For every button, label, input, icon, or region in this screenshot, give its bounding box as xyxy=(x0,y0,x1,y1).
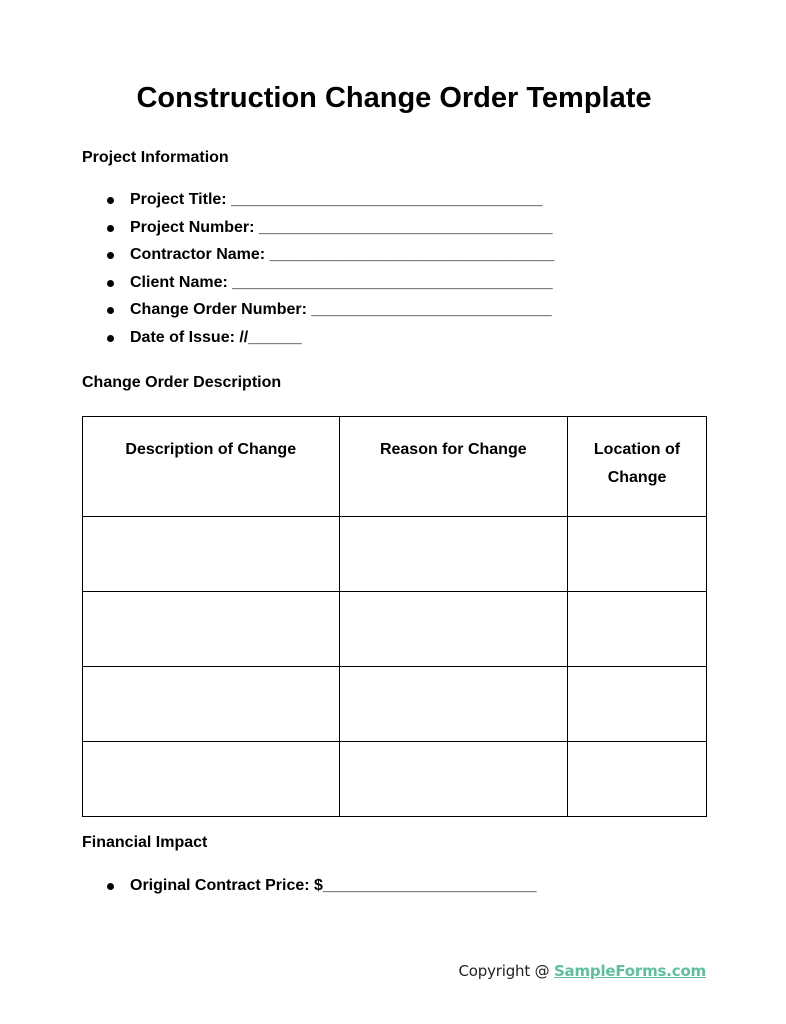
field-original-contract-price: Original Contract Price: $______________… xyxy=(0,872,537,900)
document-title: Construction Change Order Template xyxy=(136,82,652,114)
section-heading-change-order-description: Change Order Description xyxy=(82,374,282,391)
field-blank[interactable]: ___________________________ xyxy=(311,301,551,318)
field-label: Date of Issue: xyxy=(130,328,240,346)
table-cell[interactable] xyxy=(567,591,707,667)
table-cell[interactable] xyxy=(338,516,569,592)
bullet-icon xyxy=(107,224,114,232)
table-cell[interactable] xyxy=(82,666,340,742)
table-cell[interactable] xyxy=(567,741,707,817)
field-change-order-number: Change Order Number: ___________________… xyxy=(0,296,554,324)
column-header-description: Description of Change xyxy=(82,416,340,517)
table-row xyxy=(82,666,707,742)
table-cell[interactable] xyxy=(338,666,569,742)
field-blank[interactable]: ____________________________________ xyxy=(232,274,552,291)
field-client-name: Client Name: ___________________________… xyxy=(0,269,554,297)
field-label: Original Contract Price: xyxy=(130,877,315,894)
table-header-row: Description of Change Reason for Change … xyxy=(82,416,707,517)
change-order-table: Description of Change Reason for Change … xyxy=(82,416,707,817)
field-label: Change Order Number: xyxy=(130,301,312,319)
field-blank[interactable]: ___________________________________ xyxy=(231,191,542,208)
field-blank[interactable]: //______ xyxy=(239,329,301,346)
bullet-icon xyxy=(107,307,114,315)
field-blank[interactable]: $________________________ xyxy=(314,877,536,894)
table-cell[interactable] xyxy=(338,591,569,667)
field-label: Project Title: xyxy=(130,191,232,208)
table-cell[interactable] xyxy=(338,741,569,817)
table-cell[interactable] xyxy=(567,516,707,592)
table-row xyxy=(82,741,707,817)
bullet-icon xyxy=(107,252,114,260)
footer-copyright: Copyright @ SampleForms.com xyxy=(458,962,707,980)
table-cell[interactable] xyxy=(82,516,340,592)
field-project-title: Project Title: _________________________… xyxy=(0,186,554,214)
field-blank[interactable]: ________________________________ xyxy=(270,246,555,263)
section-heading-project-information: Project Information xyxy=(82,149,229,166)
section-heading-financial-impact: Financial Impact xyxy=(82,834,208,851)
table-row xyxy=(82,516,707,592)
bullet-icon xyxy=(107,334,114,342)
sampleforms-link[interactable]: SampleForms.com xyxy=(554,962,706,980)
field-blank[interactable]: _________________________________ xyxy=(259,219,553,236)
field-contractor-name: Contractor Name: _______________________… xyxy=(0,241,554,269)
field-label: Client Name: xyxy=(130,273,233,291)
field-label: Contractor Name: xyxy=(130,246,270,264)
table-cell[interactable] xyxy=(82,741,340,817)
table-cell[interactable] xyxy=(567,666,707,742)
bullet-icon xyxy=(107,279,114,287)
financial-list: Original Contract Price: $______________… xyxy=(0,872,537,900)
column-header-reason: Reason for Change xyxy=(338,416,569,517)
copyright-text: Copyright @ xyxy=(458,962,554,980)
project-info-list: Project Title: _________________________… xyxy=(0,186,554,352)
field-project-number: Project Number: ________________________… xyxy=(0,214,554,242)
field-date-of-issue: Date of Issue: //______ xyxy=(0,324,554,352)
table-row xyxy=(82,591,707,667)
table-cell[interactable] xyxy=(82,591,340,667)
bullet-icon xyxy=(107,883,114,890)
column-header-location: Location of Change xyxy=(567,416,707,517)
bullet-icon xyxy=(107,197,114,204)
field-label: Project Number: xyxy=(130,218,259,236)
